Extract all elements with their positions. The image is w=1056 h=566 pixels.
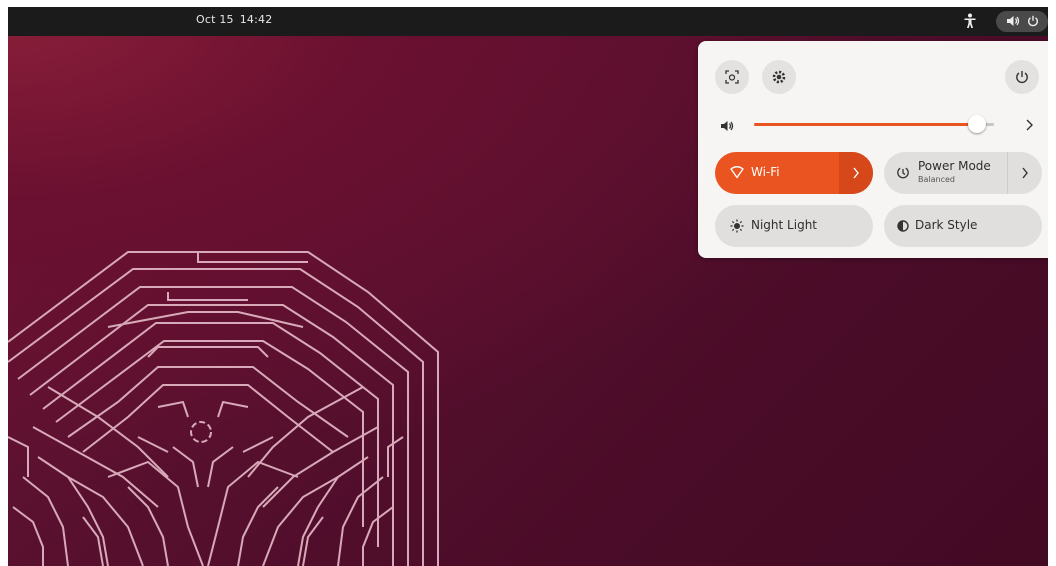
accessibility-icon[interactable] — [963, 13, 977, 29]
quick-settings-panel: Wi-Fi Power Mode Balanced Night Light Da… — [698, 41, 1048, 258]
power-mode-menu-button[interactable] — [1007, 152, 1042, 194]
night-light-label: Night Light — [751, 218, 817, 232]
power-icon — [1016, 71, 1028, 84]
night-light-toggle[interactable]: Night Light — [715, 205, 873, 247]
power-mode-toggle[interactable]: Power Mode Balanced — [884, 152, 1042, 194]
volume-slider-fill — [754, 123, 977, 126]
wifi-menu-button[interactable] — [839, 152, 873, 194]
dark-style-label: Dark Style — [915, 218, 978, 232]
volume-icon — [721, 121, 734, 131]
settings-button[interactable] — [762, 60, 796, 94]
chevron-right-icon — [1022, 167, 1028, 179]
night-light-icon — [730, 219, 744, 233]
power-off-button[interactable] — [1005, 60, 1039, 94]
top-bar: Oct 15 14:42 — [8, 7, 1048, 36]
power-icon — [1028, 15, 1038, 27]
desktop: Oct 15 14:42 Wi-Fi Power Mode Balanced N… — [8, 7, 1048, 566]
wifi-label: Wi-Fi — [751, 165, 780, 179]
screenshot-button[interactable] — [715, 60, 749, 94]
chevron-right-icon[interactable] — [1024, 119, 1034, 131]
power-mode-sublabel: Balanced — [918, 175, 955, 184]
power-mode-icon — [897, 167, 909, 179]
volume-icon — [1007, 16, 1020, 26]
dark-style-icon — [897, 220, 909, 232]
chevron-right-icon — [853, 167, 859, 179]
clock-time: 14:42 — [239, 13, 273, 26]
clock[interactable]: Oct 15 14:42 — [196, 13, 278, 26]
volume-slider[interactable] — [754, 115, 994, 133]
settings-icon — [772, 70, 786, 84]
system-status-button[interactable] — [996, 11, 1048, 32]
wifi-toggle[interactable]: Wi-Fi — [715, 152, 873, 194]
clock-date: Oct 15 — [196, 13, 234, 26]
screenshot-icon — [725, 70, 739, 84]
wifi-icon — [730, 166, 744, 179]
power-mode-label: Power Mode — [918, 159, 991, 173]
dark-style-toggle[interactable]: Dark Style — [884, 205, 1042, 247]
volume-slider-handle[interactable] — [968, 115, 986, 133]
